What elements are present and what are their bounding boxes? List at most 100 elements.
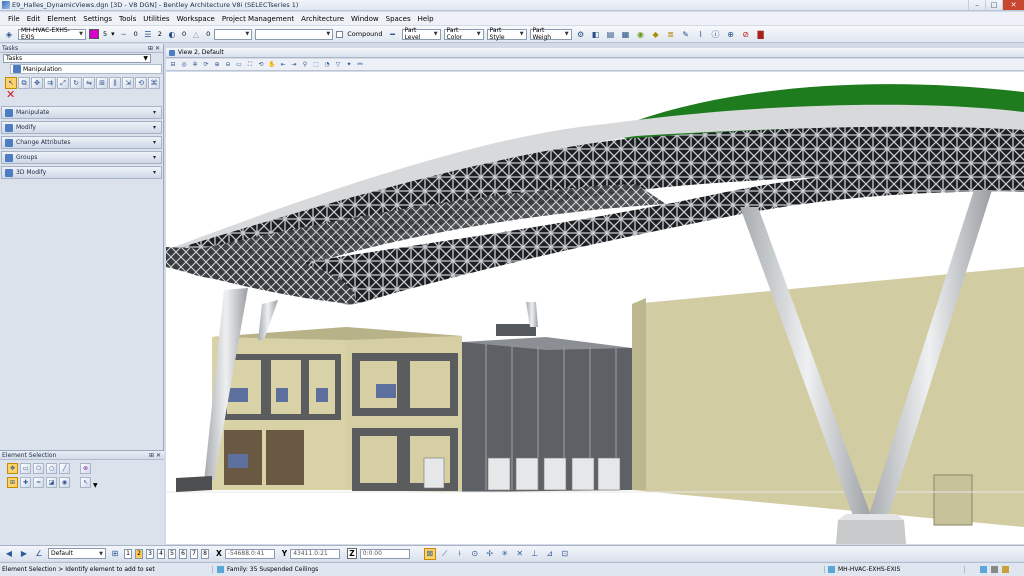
individual-select-icon[interactable]: ✥ (7, 463, 18, 474)
priority-icon[interactable]: △ (190, 28, 202, 40)
class-combo[interactable]: ▼ (214, 28, 253, 40)
view-button-4[interactable]: 4 (157, 548, 165, 559)
walk-icon[interactable]: ⚲ (300, 60, 310, 70)
window-area-icon[interactable]: ▭ (234, 60, 244, 70)
tasks-combo[interactable]: Tasks ▼ (3, 54, 151, 63)
view-settings-icon[interactable]: ✲ (190, 60, 200, 70)
render-icon[interactable]: ✦ (344, 60, 354, 70)
view-button-6[interactable]: 6 (179, 548, 187, 559)
zoom-in-icon[interactable]: ⊕ (212, 60, 222, 70)
display-style-icon[interactable]: ◎ (179, 60, 189, 70)
zoom-realtime-icon[interactable]: ⚯ (355, 60, 365, 70)
minimize-button[interactable]: – (968, 0, 985, 10)
layers-icon[interactable]: ≣ (665, 28, 677, 40)
multi-snap-icon[interactable]: ⊡ (559, 548, 571, 560)
levels-icon[interactable]: ◆ (650, 28, 662, 40)
tangent-snap-icon[interactable]: ⊥ (529, 548, 541, 560)
tools-icon[interactable]: ✎ (680, 28, 692, 40)
new-selection-icon[interactable]: ⊞ (7, 477, 18, 488)
part-weight-combo[interactable]: Part Weigh ▼ (529, 27, 572, 41)
shape-select-icon[interactable]: ⬠ (33, 463, 44, 474)
view-button-7[interactable]: 7 (190, 548, 198, 559)
circle-select-icon[interactable]: ○ (46, 463, 57, 474)
back-icon[interactable]: ◀ (3, 548, 15, 560)
align-tool[interactable]: ⫼ (109, 77, 121, 89)
line-weight-icon[interactable]: ☰ (142, 28, 154, 40)
invert-selection-icon[interactable]: ◪ (46, 477, 57, 488)
pan-view-icon[interactable]: ✋ (267, 60, 277, 70)
part-level-combo[interactable]: Part Level ▼ (401, 27, 441, 41)
select-all-icon[interactable]: ◉ (59, 477, 70, 488)
cube-icon[interactable]: ◧ (590, 28, 602, 40)
menu-workspace[interactable]: Workspace (177, 15, 215, 23)
panel-pin-close[interactable]: ⊞ ✕ (148, 45, 160, 52)
menu-tools[interactable]: Tools (119, 15, 136, 23)
y-coordinate-field[interactable]: 43411.0:21 (290, 548, 341, 559)
view-button-8[interactable]: 8 (201, 548, 209, 559)
view-groups-icon[interactable]: ⊞ (109, 548, 121, 560)
view-button-2[interactable]: 2 (135, 548, 143, 559)
line-icon[interactable]: ━ (387, 28, 399, 40)
menu-element[interactable]: Element (47, 15, 76, 23)
section-groups[interactable]: Groups ▾ (1, 151, 162, 164)
intersection-snap-icon[interactable]: ✕ (514, 548, 526, 560)
compound-checkbox[interactable] (336, 30, 344, 38)
view-previous-icon[interactable]: ⇤ (278, 60, 288, 70)
reference-icon[interactable]: ▤ (605, 28, 617, 40)
glue-tool[interactable]: ⌘ (148, 77, 160, 89)
scale-tool[interactable]: ⤢ (57, 77, 69, 89)
part-color-combo[interactable]: Part Color ▼ (443, 27, 484, 41)
nearest-snap-icon[interactable]: ⟋ (439, 548, 451, 560)
snap-icon[interactable]: ⊕ (725, 28, 737, 40)
zoom-out-icon[interactable]: ⊖ (223, 60, 233, 70)
workmode-icon[interactable] (991, 566, 998, 573)
array-tool[interactable]: ⊞ (96, 77, 108, 89)
settings-icon[interactable]: ⚙ (575, 28, 587, 40)
menu-file[interactable]: File (8, 15, 20, 23)
save-icon[interactable]: ▇ (755, 28, 767, 40)
pointer-icon[interactable]: ↖ (80, 477, 91, 488)
clip-volume-icon[interactable]: ⬚ (311, 60, 321, 70)
chevron-down-icon[interactable]: ▼ (93, 482, 98, 489)
subtract-selection-icon[interactable]: ━ (33, 477, 44, 488)
active-level-combo[interactable]: MH-HVAC-EXHS-EXIS ▼ (18, 27, 86, 41)
view-group-combo[interactable]: Default ▼ (48, 548, 106, 559)
copy-tool[interactable]: ⧉ (18, 77, 30, 89)
angle-icon[interactable]: ∠ (33, 548, 45, 560)
raster-icon[interactable]: ▦ (620, 28, 632, 40)
fit-view-icon[interactable]: ⛶ (245, 60, 255, 70)
level-display-icon[interactable]: ◈ (3, 28, 15, 40)
menu-project-management[interactable]: Project Management (222, 15, 294, 23)
bisector-snap-icon[interactable]: ✳ (499, 548, 511, 560)
perpendicular-snap-icon[interactable]: ⊿ (544, 548, 556, 560)
forward-icon[interactable]: ▶ (18, 548, 30, 560)
keypoint-snap-icon[interactable]: ⊠ (423, 547, 436, 560)
active-color-swatch[interactable] (89, 29, 99, 39)
no-entry-icon[interactable]: ⊘ (740, 28, 752, 40)
view-button-5[interactable]: 5 (168, 548, 176, 559)
update-view-icon[interactable]: ⟳ (201, 60, 211, 70)
view-button-1[interactable]: 1 (124, 548, 132, 559)
block-select-icon[interactable]: ▭ (20, 463, 31, 474)
section-icon[interactable]: ▽ (333, 60, 343, 70)
section-3d-modify[interactable]: 3D Modify ▾ (1, 166, 162, 179)
menu-architecture[interactable]: Architecture (301, 15, 344, 23)
template-combo[interactable]: ▼ (255, 28, 334, 40)
view-next-icon[interactable]: ⇥ (289, 60, 299, 70)
menu-window[interactable]: Window (351, 15, 379, 23)
camera-icon[interactable]: ◔ (322, 60, 332, 70)
mirror-tool[interactable]: ⇋ (83, 77, 95, 89)
design-file-icon[interactable] (980, 566, 987, 573)
status-level-area[interactable]: MH-HVAC-EXHS-EXIS (824, 566, 964, 573)
manipulation-title[interactable]: Manipulation (10, 64, 162, 74)
x-coordinate-field[interactable]: -54688.0:41 (224, 548, 275, 559)
line-select-icon[interactable]: ╱ (59, 463, 70, 474)
z-coordinate-field[interactable]: 0:0.00 (359, 548, 410, 559)
part-style-combo[interactable]: Part Style ▼ (486, 27, 527, 41)
center-snap-icon[interactable]: ⊙ (469, 548, 481, 560)
origin-snap-icon[interactable]: ✢ (484, 548, 496, 560)
move-parallel-tool[interactable]: ⇉ (44, 77, 56, 89)
view-button-3[interactable]: 3 (146, 548, 154, 559)
info-icon[interactable]: ⓘ (710, 28, 722, 40)
maximize-button[interactable]: □ (985, 0, 1002, 10)
